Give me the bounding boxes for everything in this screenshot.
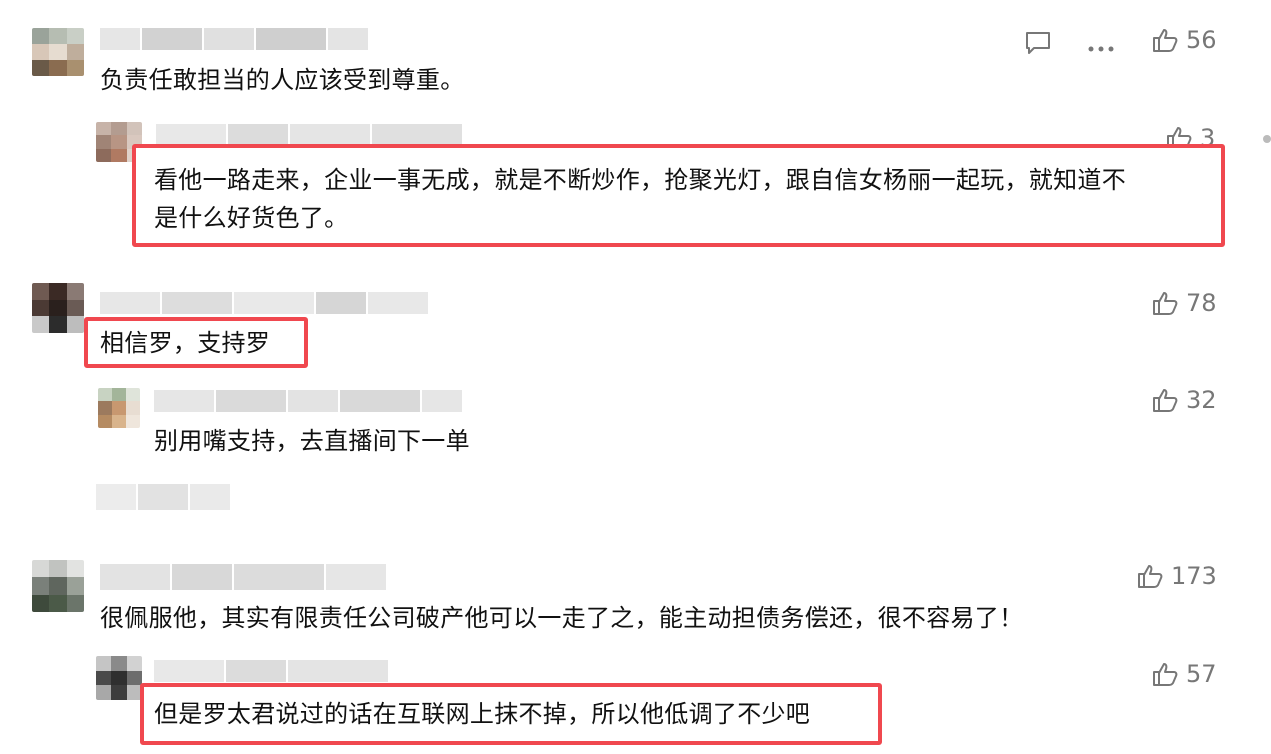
more-icon[interactable] [1087, 38, 1115, 57]
like-button[interactable]: 57 [1152, 660, 1217, 688]
like-count: 78 [1186, 289, 1217, 317]
like-button[interactable]: 173 [1137, 562, 1217, 590]
avatar[interactable] [32, 28, 84, 76]
scroll-indicator [1263, 135, 1271, 143]
thumbs-up-icon [1153, 663, 1178, 686]
avatar[interactable] [98, 388, 140, 428]
comment-text: 但是罗太君说过的话在互联网上抹不掉，所以他低调了不少吧 [154, 700, 811, 728]
avatar[interactable] [96, 656, 142, 700]
like-count: 173 [1171, 562, 1217, 590]
like-button[interactable]: 56 [1152, 26, 1217, 54]
like-count: 56 [1186, 26, 1217, 54]
comment-text: 看他一路走来，企业一事无成，就是不断炒作，抢聚光灯，跟自信女杨丽一起玩，就知道不 [154, 166, 1126, 194]
blurred-username [154, 390, 462, 412]
avatar[interactable] [32, 560, 84, 612]
comment-text: 相信罗，支持罗 [100, 329, 271, 357]
blurred-username [100, 292, 428, 314]
thumbs-up-icon [1138, 565, 1163, 588]
like-button[interactable]: 78 [1152, 289, 1217, 317]
thumbs-up-icon [1153, 389, 1178, 412]
blurred-link[interactable] [96, 484, 230, 510]
blurred-username [100, 564, 386, 590]
comment-text: 负责任敢担当的人应该受到尊重。 [100, 66, 465, 94]
blurred-username [154, 660, 388, 682]
comment-text: 很佩服他，其实有限责任公司破产他可以一走了之，能主动担债务偿还，很不容易了！ [100, 604, 1024, 632]
like-button[interactable]: 32 [1152, 386, 1217, 414]
avatar[interactable] [32, 283, 84, 333]
like-count: 57 [1186, 660, 1217, 688]
thumbs-up-icon [1153, 292, 1178, 315]
comment-text: 是什么好货色了。 [154, 204, 349, 232]
blurred-username [100, 28, 368, 50]
blurred-username [156, 124, 462, 146]
like-count: 32 [1186, 386, 1217, 414]
comment-icon[interactable] [1024, 30, 1052, 60]
thumbs-up-icon [1153, 29, 1178, 52]
comment-text: 别用嘴支持，去直播间下一单 [154, 427, 470, 455]
